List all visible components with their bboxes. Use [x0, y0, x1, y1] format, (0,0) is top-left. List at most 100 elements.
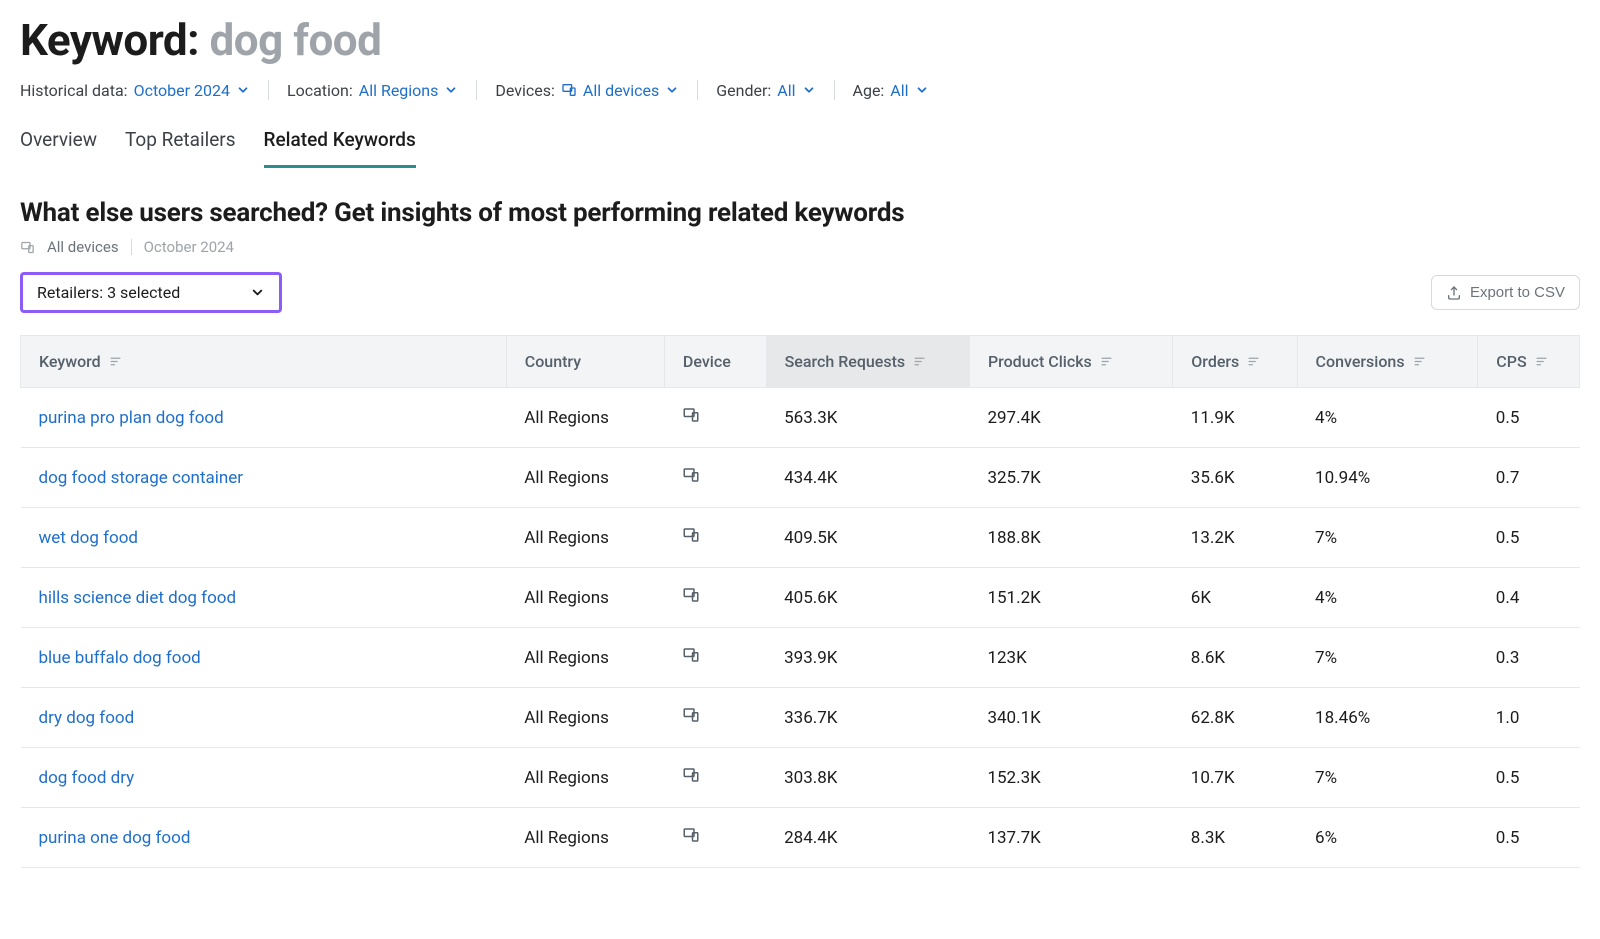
cell-orders: 13.2K: [1173, 508, 1297, 568]
sort-icon: [1535, 355, 1548, 368]
filter-historical-label: Historical data:: [20, 81, 128, 100]
divider: [834, 80, 835, 100]
keyword-link[interactable]: wet dog food: [39, 528, 139, 548]
column-header-search_requests[interactable]: Search Requests: [766, 336, 969, 388]
column-header-label: CPS: [1496, 352, 1526, 371]
devices-icon: [20, 240, 35, 255]
devices-icon: [682, 766, 700, 784]
cell-search-requests: 303.8K: [766, 748, 969, 808]
keyword-link[interactable]: dog food storage container: [39, 468, 244, 488]
cell-product-clicks: 188.8K: [969, 508, 1172, 568]
column-header-label: Product Clicks: [988, 352, 1092, 371]
cell-conversions: 7%: [1297, 748, 1478, 808]
column-header-label: Device: [683, 352, 731, 371]
export-csv-button[interactable]: Export to CSV: [1431, 275, 1580, 310]
page-title-prefix: Keyword:: [20, 14, 210, 66]
devices-icon: [561, 82, 577, 98]
column-header-orders[interactable]: Orders: [1173, 336, 1297, 388]
table-row: dog food dryAll Regions303.8K152.3K10.7K…: [21, 748, 1580, 808]
cell-device: [664, 448, 766, 508]
filter-devices[interactable]: Devices: All devices: [495, 81, 679, 100]
cell-product-clicks: 137.7K: [969, 808, 1172, 868]
keyword-link[interactable]: hills science diet dog food: [39, 588, 237, 608]
divider: [476, 80, 477, 100]
cell-keyword: purina pro plan dog food: [21, 388, 507, 448]
cell-conversions: 7%: [1297, 628, 1478, 688]
column-header-cps[interactable]: CPS: [1478, 336, 1580, 388]
cell-country: All Regions: [506, 808, 664, 868]
table-row: dry dog foodAll Regions336.7K340.1K62.8K…: [21, 688, 1580, 748]
chevron-down-icon: [444, 83, 458, 97]
cell-cps: 0.5: [1478, 388, 1580, 448]
cell-conversions: 10.94%: [1297, 448, 1478, 508]
page-title-keyword: dog food: [210, 14, 382, 66]
filter-historical[interactable]: Historical data: October 2024: [20, 81, 250, 100]
cell-cps: 0.3: [1478, 628, 1580, 688]
cell-cps: 0.7: [1478, 448, 1580, 508]
filter-location[interactable]: Location: All Regions: [287, 81, 458, 100]
devices-icon: [682, 706, 700, 724]
retailers-dropdown[interactable]: Retailers: 3 selected: [20, 272, 282, 313]
keyword-link[interactable]: dry dog food: [39, 708, 135, 728]
cell-search-requests: 393.9K: [766, 628, 969, 688]
column-header-label: Country: [525, 352, 581, 371]
cell-product-clicks: 325.7K: [969, 448, 1172, 508]
cell-orders: 11.9K: [1173, 388, 1297, 448]
cell-search-requests: 336.7K: [766, 688, 969, 748]
cell-orders: 62.8K: [1173, 688, 1297, 748]
column-header-product_clicks[interactable]: Product Clicks: [969, 336, 1172, 388]
cell-orders: 8.3K: [1173, 808, 1297, 868]
cell-keyword: dry dog food: [21, 688, 507, 748]
sort-icon: [1100, 355, 1113, 368]
cell-cps: 0.5: [1478, 808, 1580, 868]
tab-overview[interactable]: Overview: [20, 122, 97, 168]
filter-historical-value: October 2024: [134, 81, 230, 100]
tab-top-retailers[interactable]: Top Retailers: [125, 122, 236, 168]
table-row: blue buffalo dog food All Regions 393.9K12…: [21, 628, 1580, 688]
retailers-dropdown-label: Retailers: 3 selected: [37, 283, 180, 302]
sort-icon: [1247, 355, 1260, 368]
cell-keyword: blue buffalo dog food: [21, 628, 507, 688]
column-header-label: Keyword: [39, 352, 101, 371]
cell-cps: 0.5: [1478, 508, 1580, 568]
devices-icon: [682, 406, 700, 424]
filter-gender-label: Gender:: [716, 81, 771, 100]
cell-search-requests: 284.4K: [766, 808, 969, 868]
keyword-link[interactable]: blue buffalo dog food: [39, 648, 201, 668]
column-header-keyword[interactable]: Keyword: [21, 336, 507, 388]
cell-cps: 0.4: [1478, 568, 1580, 628]
table-row: purina one dog food All Regions 284.4K137.…: [21, 808, 1580, 868]
table-row: dog food storage containerAll Regions434…: [21, 448, 1580, 508]
cell-keyword: purina one dog food: [21, 808, 507, 868]
cell-product-clicks: 123K: [969, 628, 1172, 688]
cell-search-requests: 434.4K: [766, 448, 969, 508]
cell-conversions: 7%: [1297, 508, 1478, 568]
table-row: hills science diet dog foodAll Regions40…: [21, 568, 1580, 628]
global-filters: Historical data: October 2024 Location: …: [20, 80, 1580, 100]
chevron-down-icon: [665, 83, 679, 97]
cell-country: All Regions: [506, 628, 664, 688]
filter-gender[interactable]: Gender: All: [716, 81, 815, 100]
cell-device: [664, 508, 766, 568]
section-heading: What else users searched? Get insights o…: [20, 198, 1580, 228]
cell-search-requests: 409.5K: [766, 508, 969, 568]
cell-product-clicks: 340.1K: [969, 688, 1172, 748]
keyword-link[interactable]: dog food dry: [39, 768, 135, 788]
upload-icon: [1446, 285, 1462, 301]
column-header-label: Search Requests: [785, 352, 906, 371]
filter-location-value: All Regions: [359, 81, 439, 100]
related-keywords-table: Keyword Country Device Search Requests Produ…: [20, 335, 1580, 868]
cell-cps: 1.0: [1478, 688, 1580, 748]
column-header-conversions[interactable]: Conversions: [1297, 336, 1478, 388]
devices-icon: [682, 526, 700, 544]
cell-country: All Regions: [506, 508, 664, 568]
table-row: wet dog food All Regions 409.5K188.8K13.2K…: [21, 508, 1580, 568]
keyword-link[interactable]: purina one dog food: [39, 828, 191, 848]
cell-device: [664, 688, 766, 748]
divider: [131, 239, 132, 255]
chevron-down-icon: [236, 83, 250, 97]
keyword-link[interactable]: purina pro plan dog food: [39, 408, 224, 428]
sort-icon: [109, 355, 122, 368]
filter-age[interactable]: Age: All: [853, 81, 929, 100]
tab-related-keywords[interactable]: Related Keywords: [264, 122, 416, 168]
